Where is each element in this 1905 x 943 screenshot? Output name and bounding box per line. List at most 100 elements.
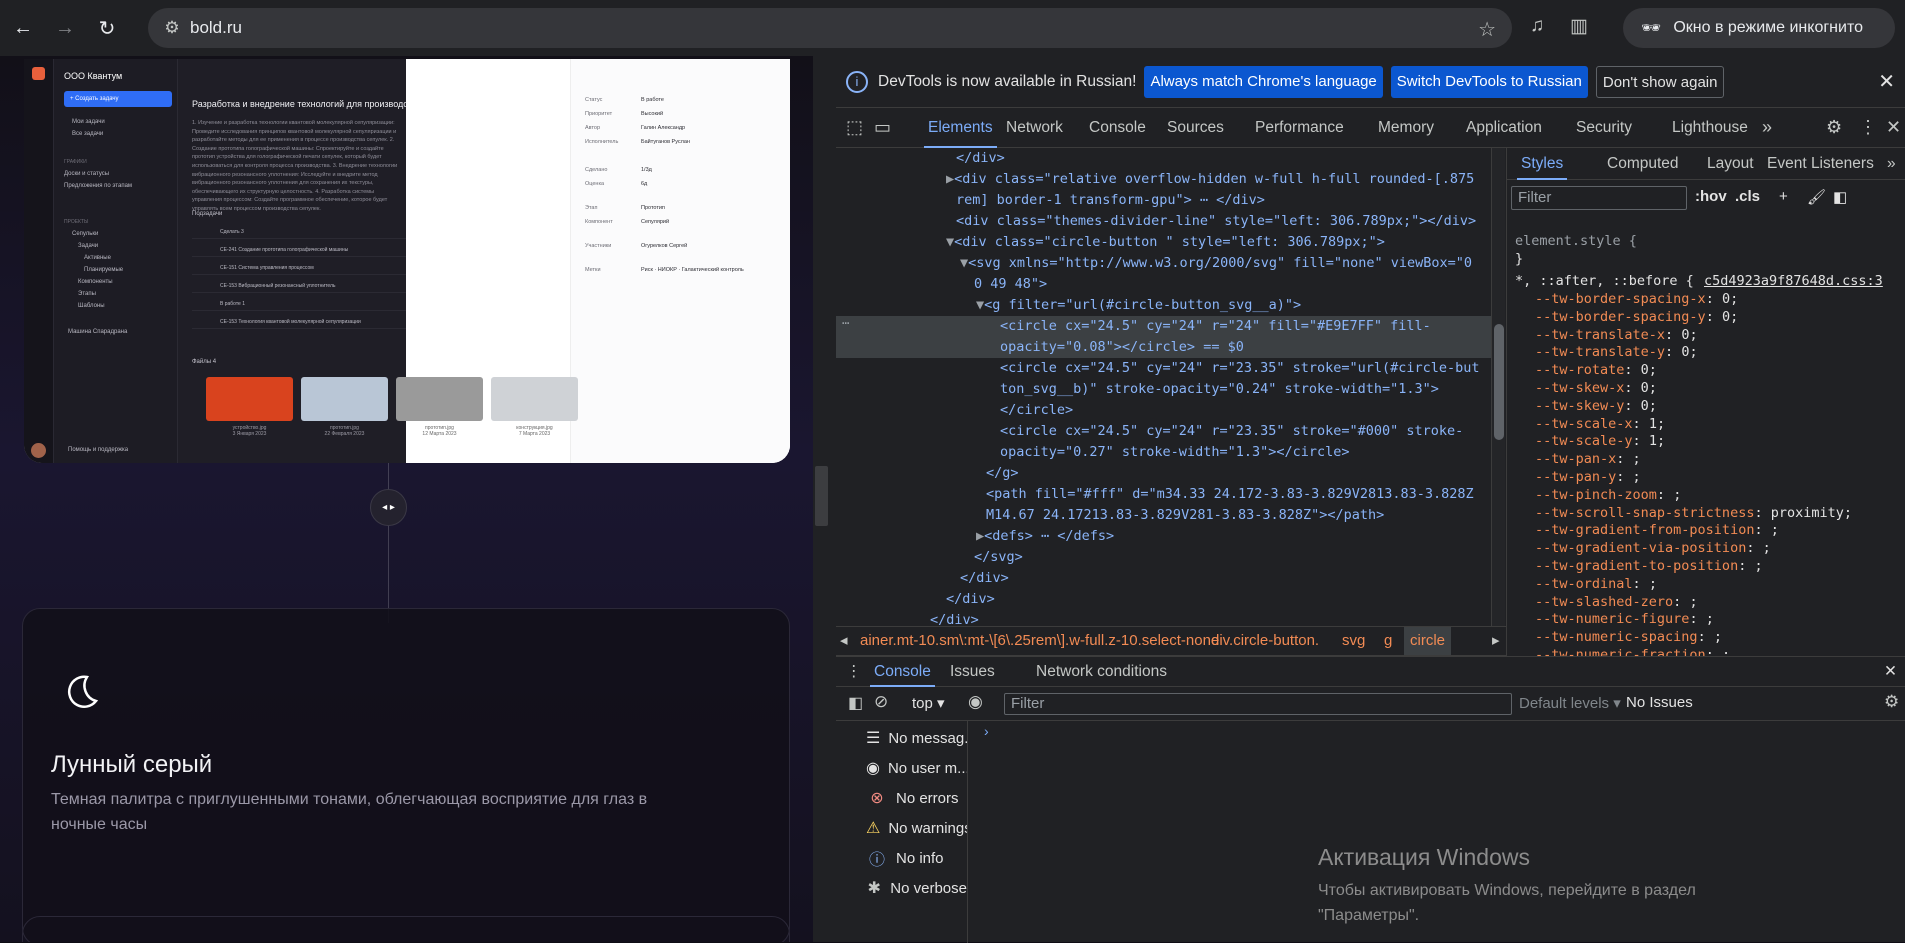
tab-console[interactable]: Console bbox=[1089, 108, 1146, 148]
support-link[interactable]: Помощь и поддержка bbox=[68, 447, 128, 453]
dont-show-again-button[interactable]: Don't show again bbox=[1595, 65, 1725, 98]
tab-network-conditions[interactable]: Network conditions bbox=[1036, 657, 1167, 687]
file-thumb[interactable] bbox=[206, 377, 293, 421]
circle-button[interactable]: ◂ ▸ bbox=[370, 489, 407, 526]
subtask-row[interactable]: В работе 1 bbox=[192, 297, 406, 311]
tab-computed[interactable]: Computed bbox=[1607, 148, 1679, 180]
css-property[interactable]: --tw-rotate: 0; bbox=[1535, 361, 1657, 379]
tab-styles[interactable]: Styles bbox=[1517, 148, 1568, 180]
selected-dom-node[interactable]: opacity="0.08"></circle> == $0 bbox=[836, 337, 1492, 358]
breadcrumb-item-active[interactable]: circle bbox=[1404, 627, 1452, 655]
subtask-row[interactable]: СЕ-151 Система управления процессом bbox=[192, 261, 406, 275]
console-prompt[interactable]: › bbox=[984, 723, 989, 739]
match-language-button[interactable]: Always match Chrome's language bbox=[1144, 65, 1383, 98]
css-property[interactable]: --tw-scroll-snap-strictness: proximity; bbox=[1535, 504, 1852, 522]
devtools-splitter[interactable] bbox=[813, 56, 836, 942]
drawer-menu-icon[interactable]: ⋮ bbox=[846, 657, 862, 687]
side-panel-icon[interactable]: ▥ bbox=[1570, 15, 1588, 38]
subtask-row[interactable]: СЕ-153 Технология квантовой молекулярной… bbox=[192, 315, 406, 329]
file-thumb[interactable] bbox=[491, 377, 578, 421]
console-filter-list[interactable]: ☰ No messag... bbox=[836, 723, 967, 753]
dom-node[interactable]: </g> bbox=[836, 463, 1492, 484]
dom-node[interactable]: </circle> bbox=[836, 400, 1492, 421]
address-bar[interactable]: ⚙ bold.ru ☆ bbox=[148, 8, 1512, 48]
sidebar-item[interactable]: Активные bbox=[84, 255, 111, 261]
create-task-button[interactable]: + Создать задачу bbox=[64, 91, 172, 107]
rule-selector[interactable]: *, ::after, ::before { bbox=[1515, 272, 1694, 290]
dom-node[interactable]: ▼<svg xmlns="http://www.w3.org/2000/svg"… bbox=[836, 253, 1492, 274]
tab-security[interactable]: Security bbox=[1576, 108, 1632, 148]
bookmark-star-icon[interactable]: ☆ bbox=[1478, 17, 1496, 42]
sidebar-item[interactable]: Шаблоны bbox=[78, 303, 105, 309]
more-tabs-icon[interactable]: » bbox=[1887, 148, 1896, 180]
selected-dom-node[interactable]: <circle cx="24.5" cy="24" r="24" fill="#… bbox=[836, 316, 1492, 337]
eye-icon[interactable]: ◉ bbox=[968, 692, 983, 712]
dom-node[interactable]: opacity="0.27" stroke-width="1.3"></circ… bbox=[836, 442, 1492, 463]
media-icon[interactable]: ♫ bbox=[1530, 15, 1544, 37]
css-property[interactable]: --tw-skew-x: 0; bbox=[1535, 379, 1657, 397]
css-property[interactable]: --tw-gradient-from-position: ; bbox=[1535, 521, 1779, 539]
dom-node[interactable]: ▼<div class="circle-button " style="left… bbox=[836, 232, 1492, 253]
subtask-row[interactable]: СЕ-153 Вибрационный резонансный уплотнит… bbox=[192, 279, 406, 293]
forward-icon[interactable]: → bbox=[46, 9, 84, 47]
more-menu-icon[interactable]: ⋮ bbox=[1859, 117, 1877, 138]
tab-issues[interactable]: Issues bbox=[950, 657, 995, 687]
breadcrumb-item[interactable]: svg bbox=[1342, 627, 1365, 655]
sidebar-item[interactable]: Планируемые bbox=[84, 267, 123, 273]
close-icon[interactable]: ✕ bbox=[1878, 69, 1895, 94]
context-select[interactable]: top ▾ bbox=[912, 694, 945, 712]
inspect-icon[interactable]: ⬚ bbox=[846, 117, 863, 138]
tab-application[interactable]: Application bbox=[1466, 108, 1542, 148]
dom-node[interactable]: <div class="themes-divider-line" style="… bbox=[836, 211, 1492, 232]
tab-console[interactable]: Console bbox=[870, 657, 935, 687]
sidebar-item[interactable]: Мои задачи bbox=[72, 119, 105, 125]
styles-filter-input[interactable]: Filter bbox=[1511, 186, 1687, 210]
dom-node[interactable]: M14.67 24.17213.83-3.829V281-3.83-3.828Z… bbox=[836, 505, 1492, 526]
sidebar-item[interactable]: Предложения по этапам bbox=[64, 183, 132, 189]
tab-memory[interactable]: Memory bbox=[1378, 108, 1434, 148]
new-rule-icon[interactable]: + bbox=[1779, 188, 1788, 205]
url-text[interactable]: bold.ru bbox=[190, 18, 242, 38]
cls-toggle[interactable]: .cls bbox=[1735, 188, 1760, 205]
dom-node[interactable]: ▼<g filter="url(#circle-button_svg__a)"> bbox=[836, 295, 1492, 316]
dom-node[interactable]: </svg> bbox=[836, 547, 1492, 568]
breadcrumb-item[interactable]: g bbox=[1384, 627, 1392, 655]
css-property[interactable]: --tw-pan-y: ; bbox=[1535, 468, 1641, 486]
dom-node[interactable]: <path fill="#fff" d="m34.33 24.172-3.83-… bbox=[836, 484, 1492, 505]
reload-icon[interactable]: ↻ bbox=[88, 9, 126, 47]
element-style-rule[interactable]: element.style { bbox=[1515, 232, 1637, 250]
breadcrumb-item[interactable]: ainer.mt-10.sm\:mt-\[6\.25rem\].w-full.z… bbox=[860, 627, 1219, 655]
css-property[interactable]: --tw-border-spacing-x: 0; bbox=[1535, 290, 1738, 308]
css-property[interactable]: --tw-pan-x: ; bbox=[1535, 450, 1641, 468]
css-property[interactable]: --tw-numeric-figure: ; bbox=[1535, 610, 1714, 628]
css-property[interactable]: --tw-numeric-spacing: ; bbox=[1535, 628, 1722, 646]
css-property[interactable]: --tw-slashed-zero: ; bbox=[1535, 593, 1698, 611]
console-filter-input[interactable]: Filter bbox=[1004, 693, 1512, 715]
tab-elements[interactable]: Elements bbox=[924, 108, 997, 148]
dom-node[interactable]: </div> bbox=[836, 589, 1492, 610]
gear-icon[interactable]: ⚙ bbox=[1826, 117, 1842, 138]
node-actions-icon[interactable]: ⋯ bbox=[842, 316, 849, 330]
dom-node[interactable]: 0 49 48"> bbox=[836, 274, 1492, 295]
back-icon[interactable]: ← bbox=[4, 9, 42, 47]
dom-node[interactable]: <circle cx="24.5" cy="24" r="23.35" stro… bbox=[836, 421, 1492, 442]
paint-icon[interactable]: 🖌 bbox=[1807, 188, 1826, 206]
sidebar-item[interactable]: Сепульки bbox=[72, 231, 98, 237]
console-filter-bug[interactable]: ✱ No verbose bbox=[836, 873, 967, 903]
sidebar-item[interactable]: Все задачи bbox=[72, 131, 103, 137]
issues-counter[interactable]: No Issues bbox=[1626, 694, 1693, 711]
breadcrumb-item[interactable]: div.circle-button. bbox=[1211, 627, 1319, 655]
rule-source-link[interactable]: c5d4923a9f87648d.css:3 bbox=[1704, 272, 1883, 290]
dom-node[interactable]: ▶<div class="relative overflow-hidden w-… bbox=[836, 169, 1492, 190]
console-filter-error[interactable]: ⊗ No errors bbox=[836, 783, 967, 813]
scrollbar-thumb[interactable] bbox=[1494, 324, 1504, 440]
sidebar-item[interactable]: Компоненты bbox=[78, 279, 113, 285]
sidebar-item[interactable]: Доски и статусы bbox=[64, 171, 109, 177]
file-thumb[interactable] bbox=[396, 377, 483, 421]
file-thumb[interactable] bbox=[301, 377, 388, 421]
console-filter-warning[interactable]: ⚠ No warnings bbox=[836, 813, 967, 843]
breadcrumb-left-icon[interactable]: ◂ bbox=[840, 627, 848, 655]
dom-node[interactable]: ton_svg__b)" stroke-opacity="0.24" strok… bbox=[836, 379, 1492, 400]
tab-layout[interactable]: Layout bbox=[1707, 148, 1754, 180]
close-drawer-icon[interactable]: ✕ bbox=[1884, 657, 1897, 687]
